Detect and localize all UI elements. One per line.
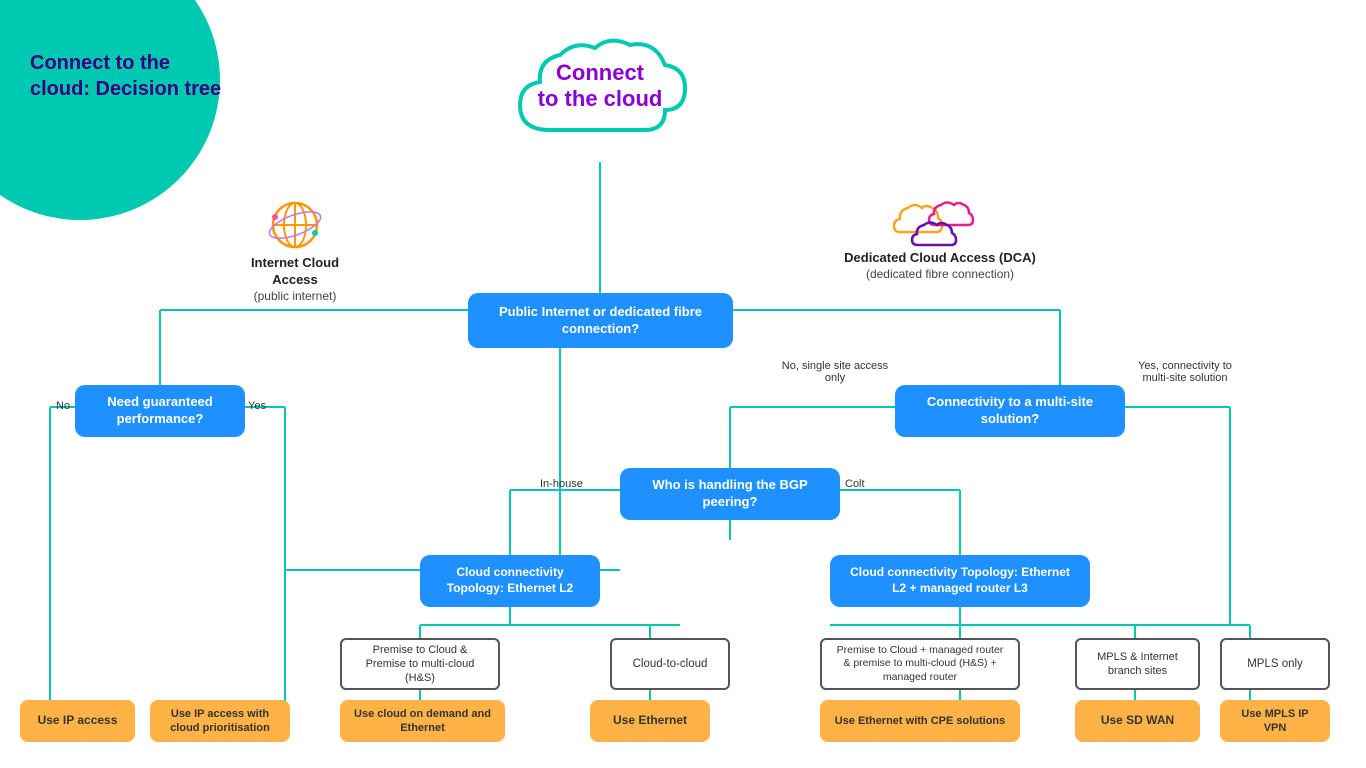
cloud-title: Connect to the cloud [490, 60, 710, 113]
use-ethernet-cpe-result: Use Ethernet with CPE solutions [820, 700, 1020, 742]
premise-managed-box: Premise to Cloud + managed router & prem… [820, 638, 1020, 690]
cloud-icon-area: Connect to the cloud [490, 30, 710, 165]
internet-cloud-sublabel: (public internet) [230, 289, 360, 303]
yes-label-guaranteed: Yes [248, 400, 266, 412]
public-internet-question: Public Internet or dedicated fibre conne… [468, 293, 733, 348]
use-ip-cloud-result: Use IP access with cloud prioritisation [150, 700, 290, 742]
dca-clouds-icon [890, 190, 990, 250]
page-title: Connect to the cloud: Decision tree [30, 50, 230, 102]
premise-multi-box: Premise to Cloud & Premise to multi-clou… [340, 638, 500, 690]
yes-multi-site-label: Yes, connectivity to multi-site solution [1130, 360, 1240, 384]
multi-site-question: Connectivity to a multi-site solution? [895, 385, 1125, 437]
cloud-title-line1: Connect [556, 60, 644, 85]
in-house-label: In-house [540, 478, 583, 490]
dca-icon-area: Dedicated Cloud Access (DCA) (dedicated … [840, 190, 1040, 281]
use-ip-access-result: Use IP access [20, 700, 135, 742]
use-cloud-demand-result: Use cloud on demand and Ethernet [340, 700, 505, 742]
internet-cloud-icon-area: Internet Cloud Access (public internet) [230, 195, 360, 303]
mpls-internet-box: MPLS & Internet branch sites [1075, 638, 1200, 690]
colt-label: Colt [845, 478, 865, 490]
no-single-site-label: No, single site access only [780, 360, 890, 384]
internet-cloud-label: Internet Cloud Access [230, 255, 360, 289]
cloud-title-line2: to the cloud [538, 86, 663, 111]
cloud-to-cloud-box: Cloud-to-cloud [610, 638, 730, 690]
cloud-l2-box: Cloud connectivity Topology: Ethernet L2 [420, 555, 600, 607]
globe-icon [265, 195, 325, 255]
no-label-guaranteed: No [56, 400, 70, 412]
mpls-only-box: MPLS only [1220, 638, 1330, 690]
need-guaranteed-question: Need guaranteed performance? [75, 385, 245, 437]
use-mpls-vpn-result: Use MPLS IP VPN [1220, 700, 1330, 742]
use-sd-wan-result: Use SD WAN [1075, 700, 1200, 742]
dca-sublabel: (dedicated fibre connection) [840, 267, 1040, 281]
bgp-question: Who is handling the BGP peering? [620, 468, 840, 520]
use-ethernet-result: Use Ethernet [590, 700, 710, 742]
dca-label: Dedicated Cloud Access (DCA) [840, 250, 1040, 267]
decorative-circle [0, 0, 220, 220]
title-text: Connect to the cloud: Decision tree [30, 52, 221, 100]
cloud-l2-l3-box: Cloud connectivity Topology: Ethernet L2… [830, 555, 1090, 607]
